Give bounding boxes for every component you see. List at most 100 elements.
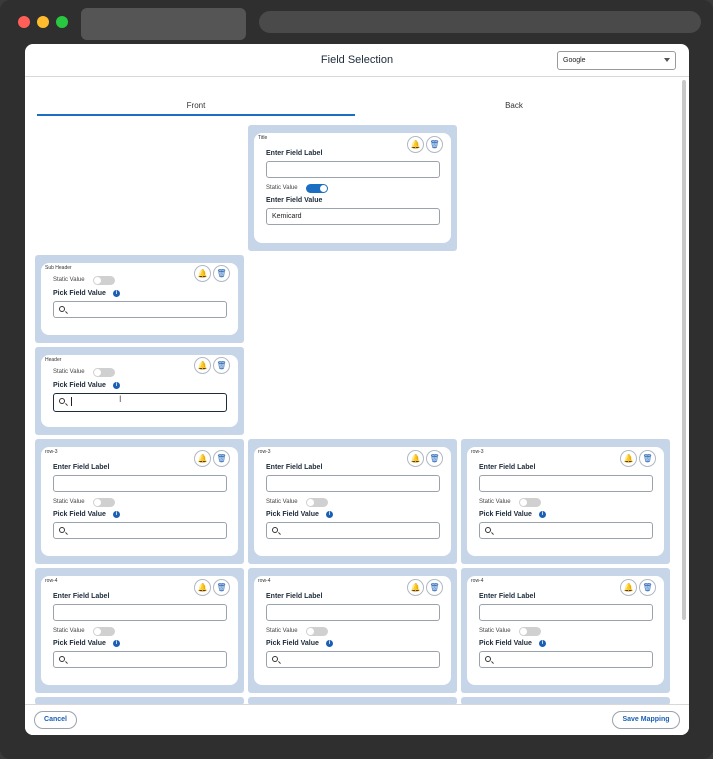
field-label-input[interactable]: [53, 604, 227, 621]
info-icon: i: [113, 511, 120, 518]
pick-value-search[interactable]: [266, 522, 440, 539]
bell-button[interactable]: 🔔: [194, 579, 211, 596]
static-value-toggle[interactable]: [93, 627, 115, 636]
static-value-label: Static Value: [479, 628, 511, 634]
pick-value-search[interactable]: [53, 522, 227, 539]
field-value-input[interactable]: Kemicard: [266, 208, 440, 225]
card-tag: row-3: [45, 449, 58, 455]
field-label-input[interactable]: [53, 475, 227, 492]
delete-button[interactable]: 🗑: [426, 579, 443, 596]
mouse-ibeam-cursor: I: [119, 394, 122, 404]
scrollbar[interactable]: [682, 80, 686, 620]
card-tag: Title: [258, 135, 268, 141]
field-value-heading: Enter Field Value: [266, 197, 323, 204]
save-mapping-button[interactable]: Save Mapping: [612, 711, 680, 729]
static-value-label: Static Value: [53, 277, 85, 283]
delete-button[interactable]: 🗑: [213, 265, 230, 282]
static-value-toggle[interactable]: [519, 627, 541, 636]
static-value-toggle[interactable]: [93, 276, 115, 285]
pick-value-heading: Pick Field Value: [266, 511, 319, 518]
bell-button[interactable]: 🔔: [194, 357, 211, 374]
bell-button[interactable]: 🔔: [194, 265, 211, 282]
address-bar[interactable]: [259, 11, 701, 33]
row3-card: row-3 🔔 🗑 Enter Field Label Static Value…: [41, 447, 238, 556]
field-label-heading: Enter Field Label: [53, 593, 110, 600]
pick-value-search[interactable]: [53, 393, 227, 412]
row3-card-wrapper-2: row-3 🔔 🗑 Enter Field Label Static Value…: [248, 439, 457, 564]
row4-card-wrapper-2: row-4 🔔 🗑 Enter Field Label Static Value…: [248, 568, 457, 693]
delete-button[interactable]: 🗑: [639, 450, 656, 467]
static-value-toggle[interactable]: [93, 498, 115, 507]
browser-tab[interactable]: [81, 8, 246, 40]
search-icon: [272, 527, 278, 533]
field-label-input[interactable]: [479, 475, 653, 492]
pick-value-search[interactable]: [53, 651, 227, 668]
info-icon: i: [113, 382, 120, 389]
minimize-window-button[interactable]: [37, 16, 49, 28]
static-value-toggle[interactable]: [93, 368, 115, 377]
delete-button[interactable]: 🗑: [213, 579, 230, 596]
field-label-heading: Enter Field Label: [266, 150, 323, 157]
tab-back[interactable]: Back: [355, 96, 673, 116]
bell-button[interactable]: 🔔: [620, 450, 637, 467]
bell-button[interactable]: 🔔: [407, 579, 424, 596]
row4-card-wrapper-1: row-4 🔔 🗑 Enter Field Label Static Value…: [35, 568, 244, 693]
pick-value-heading: Pick Field Value: [266, 640, 319, 647]
static-value-toggle[interactable]: [306, 498, 328, 507]
static-value-toggle[interactable]: [519, 498, 541, 507]
bell-button[interactable]: 🔔: [620, 579, 637, 596]
bell-button[interactable]: 🔔: [407, 136, 424, 153]
pick-value-heading: Pick Field Value: [53, 290, 106, 297]
pick-value-search[interactable]: [479, 522, 653, 539]
row3-card: row-3 🔔 🗑 Enter Field Label Static Value…: [467, 447, 664, 556]
pick-value-search[interactable]: [53, 301, 227, 318]
pick-value-search[interactable]: [479, 651, 653, 668]
title-card: Title 🔔 🗑 Enter Field Label Static Value…: [254, 133, 451, 243]
search-icon: [59, 306, 65, 312]
static-value-label: Static Value: [53, 628, 85, 634]
field-label-heading: Enter Field Label: [53, 464, 110, 471]
pick-value-heading: Pick Field Value: [53, 640, 106, 647]
app-window: Field Selection Google Front Back Title …: [0, 0, 713, 759]
info-icon: i: [326, 511, 333, 518]
close-window-button[interactable]: [18, 16, 30, 28]
card-tag: row-4: [471, 578, 484, 584]
source-select-value: Google: [563, 57, 586, 64]
bell-button[interactable]: 🔔: [407, 450, 424, 467]
info-icon: i: [113, 290, 120, 297]
title-card-wrapper: Title 🔔 🗑 Enter Field Label Static Value…: [248, 125, 457, 251]
side-tabs: Front Back: [37, 96, 673, 116]
field-label-input[interactable]: [266, 161, 440, 178]
cancel-button[interactable]: Cancel: [34, 711, 77, 729]
delete-button[interactable]: 🗑: [213, 450, 230, 467]
info-icon: i: [326, 640, 333, 647]
search-icon: [485, 527, 491, 533]
card-tag: row-4: [258, 578, 271, 584]
source-select[interactable]: Google: [557, 51, 676, 70]
field-label-input[interactable]: [266, 475, 440, 492]
maximize-window-button[interactable]: [56, 16, 68, 28]
chevron-down-icon: [664, 58, 670, 62]
static-value-toggle[interactable]: [306, 184, 328, 193]
bell-button[interactable]: 🔔: [194, 450, 211, 467]
delete-button[interactable]: 🗑: [426, 450, 443, 467]
field-selection-modal: Field Selection Google Front Back Title …: [25, 44, 689, 735]
search-icon: [485, 656, 491, 662]
field-label-heading: Enter Field Label: [479, 593, 536, 600]
pick-value-search[interactable]: [266, 651, 440, 668]
row4-card: row-4 🔔 🗑 Enter Field Label Static Value…: [41, 576, 238, 685]
delete-button[interactable]: 🗑: [639, 579, 656, 596]
static-value-label: Static Value: [266, 628, 298, 634]
field-label-input[interactable]: [479, 604, 653, 621]
tab-front[interactable]: Front: [37, 96, 355, 116]
field-label-input[interactable]: [266, 604, 440, 621]
delete-button[interactable]: 🗑: [426, 136, 443, 153]
static-value-label: Static Value: [479, 499, 511, 505]
delete-button[interactable]: 🗑: [213, 357, 230, 374]
static-value-toggle[interactable]: [306, 627, 328, 636]
row4-card: row-4 🔔 🗑 Enter Field Label Static Value…: [254, 576, 451, 685]
static-value-label: Static Value: [266, 185, 298, 191]
card-tag: Header: [45, 357, 62, 363]
search-icon: [59, 527, 65, 533]
field-label-heading: Enter Field Label: [266, 464, 323, 471]
